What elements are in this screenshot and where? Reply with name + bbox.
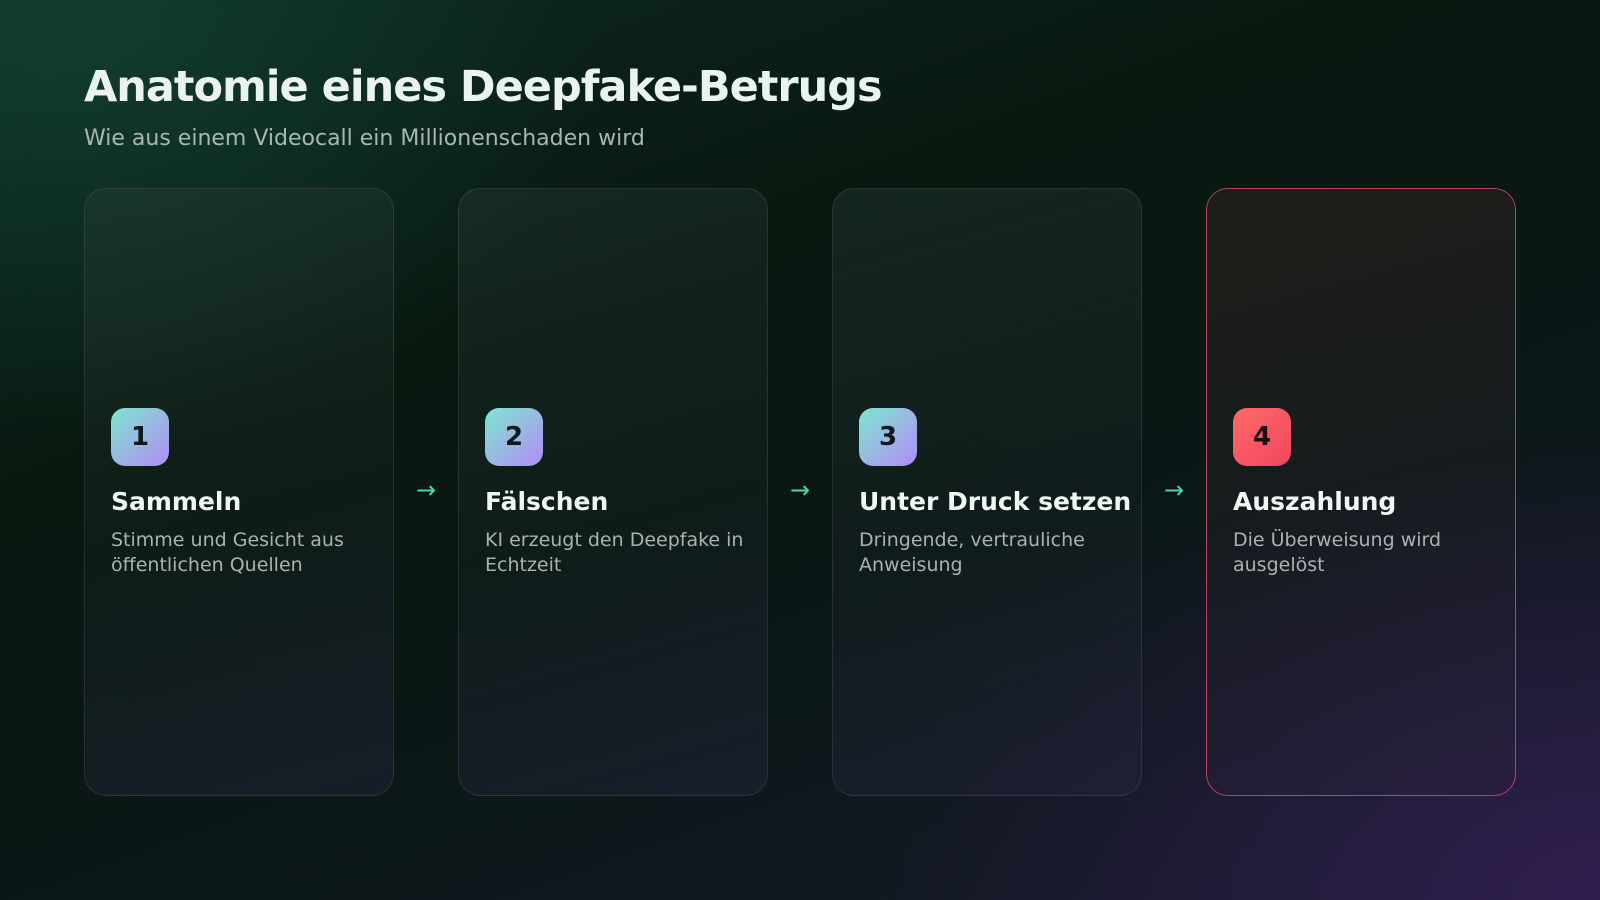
step-number-badge: 4 xyxy=(1233,408,1291,466)
step-card-2: 2 Fälschen KI erzeugt den Deepfake in Ec… xyxy=(458,188,768,796)
step-title: Unter Druck setzen xyxy=(859,487,1132,516)
step-number-badge: 2 xyxy=(485,408,543,466)
step-number-badge: 3 xyxy=(859,408,917,466)
step-title: Auszahlung xyxy=(1233,487,1397,516)
step-card-4: 4 Auszahlung Die Überweisung wird ausgel… xyxy=(1206,188,1516,796)
arrow-right-icon: → xyxy=(1163,476,1185,504)
slide: Anatomie eines Deepfake-Betrugs Wie aus … xyxy=(0,0,1600,900)
step-number-badge: 1 xyxy=(111,408,169,466)
steps-row: 1 Sammeln Stimme und Gesicht aus öffentl… xyxy=(84,188,1516,798)
page-subtitle: Wie aus einem Videocall ein Millionensch… xyxy=(84,126,645,151)
step-description: KI erzeugt den Deepfake in Echtzeit xyxy=(485,529,744,576)
step-card-1: 1 Sammeln Stimme und Gesicht aus öffentl… xyxy=(84,188,394,796)
step-title: Sammeln xyxy=(111,487,242,516)
step-description: Die Überweisung wird ausgelöst xyxy=(1233,529,1442,576)
step-description: Stimme und Gesicht aus öffentlichen Quel… xyxy=(111,529,344,576)
page-title: Anatomie eines Deepfake-Betrugs xyxy=(84,62,883,112)
arrow-right-icon: → xyxy=(789,476,811,504)
arrow-right-icon: → xyxy=(415,476,437,504)
step-description: Dringende, vertrauliche Anweisung xyxy=(859,529,1085,576)
step-card-3: 3 Unter Druck setzen Dringende, vertraul… xyxy=(832,188,1142,796)
step-title: Fälschen xyxy=(485,487,609,516)
